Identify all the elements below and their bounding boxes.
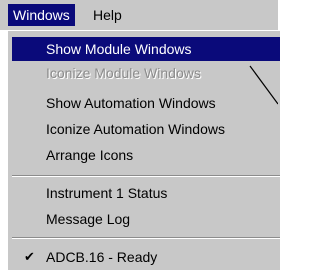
menu-item-label: Arrange Icons	[46, 147, 134, 163]
windows-dropdown-menu: Show Module Windows Iconize Module Windo…	[6, 30, 280, 270]
menu-item-label: Instrument 1 Status	[46, 185, 168, 201]
menu-separator	[12, 175, 280, 177]
menu-separator	[12, 237, 280, 239]
menu-item-iconize-automation-windows[interactable]: Iconize Automation Windows	[12, 117, 280, 141]
help-menu[interactable]: Help	[88, 4, 127, 26]
menu-item-iconize-module-windows: Iconize Module Windows	[12, 61, 280, 85]
menu-bar: Windows Help	[0, 0, 278, 30]
windows-menu[interactable]: Windows	[8, 4, 75, 26]
menu-item-adcb-ready[interactable]: ✔ ADCB.16 - Ready	[12, 245, 280, 269]
menu-item-show-automation-windows[interactable]: Show Automation Windows	[12, 91, 280, 115]
menu-item-instrument-status[interactable]: Instrument 1 Status	[12, 181, 280, 205]
windows-menu-label: Windows	[13, 7, 70, 23]
menu-item-label: ADCB.16 - Ready	[46, 249, 158, 265]
menu-item-arrange-icons[interactable]: Arrange Icons	[12, 143, 280, 167]
menu-item-message-log[interactable]: Message Log	[12, 207, 280, 231]
menu-item-show-module-windows[interactable]: Show Module Windows	[12, 37, 280, 61]
menu-item-label: Message Log	[46, 211, 131, 227]
help-menu-label: Help	[93, 7, 122, 23]
menu-item-label: Iconize Module Windows	[46, 65, 201, 81]
menu-item-label: Iconize Automation Windows	[46, 121, 225, 137]
menu-item-label: Show Automation Windows	[46, 95, 216, 111]
menu-item-label: Show Module Windows	[46, 41, 192, 57]
checkmark-icon: ✔	[24, 249, 35, 264]
